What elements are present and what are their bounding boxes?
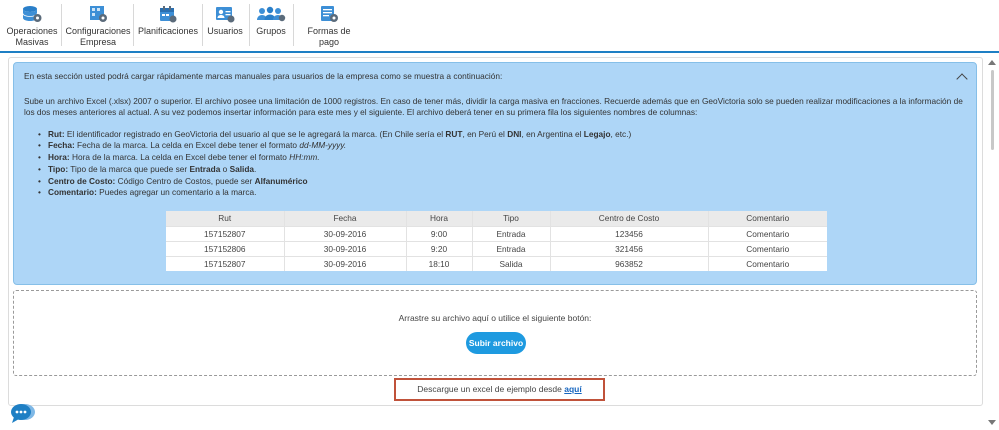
table-row: 157152807 30-09-2016 18:10 Salida 963852… bbox=[166, 256, 827, 271]
list-item-comentario: Comentario: Puedes agregar un comentario… bbox=[38, 187, 966, 199]
column-header: Hora bbox=[406, 211, 473, 226]
table-cell: 321456 bbox=[550, 241, 709, 256]
table-row: 157152807 30-09-2016 9:00 Entrada 123456… bbox=[166, 226, 827, 241]
top-navigation: Operaciones Masivas Configuraciones Empr… bbox=[0, 0, 999, 53]
table-cell: 157152807 bbox=[166, 256, 285, 271]
scroll-up-arrow[interactable] bbox=[988, 60, 996, 65]
nav-divider bbox=[249, 4, 250, 46]
table-cell: 30-09-2016 bbox=[284, 256, 407, 271]
download-example-link[interactable]: aquí bbox=[564, 384, 581, 394]
chat-bubble-icon[interactable] bbox=[10, 402, 36, 424]
file-dropzone[interactable]: Arrastre su archivo aquí o utilice el si… bbox=[13, 290, 977, 376]
group-icon bbox=[257, 6, 286, 22]
list-item-centro-de-costo: Centro de Costo: Código Centro de Costos… bbox=[38, 176, 966, 188]
download-text: Descargue un excel de ejemplo desde bbox=[417, 384, 565, 394]
table-cell: 9:00 bbox=[406, 226, 473, 241]
list-item-tipo: Tipo: Tipo de la marca que puede ser Ent… bbox=[38, 164, 966, 176]
company-settings-icon bbox=[90, 6, 107, 22]
column-header: Tipo bbox=[472, 211, 551, 226]
table-cell: Comentario bbox=[746, 243, 790, 254]
table-cell: 18:10 bbox=[406, 256, 473, 271]
nav-divider bbox=[133, 4, 134, 46]
nav-item-configuraciones-empresa[interactable]: Configuraciones Empresa bbox=[65, 5, 131, 48]
scrollbar-thumb[interactable] bbox=[991, 70, 994, 150]
instructions-paragraph: Sube un archivo Excel (.xlsx) 2007 o sup… bbox=[24, 95, 963, 118]
column-header: Comentario bbox=[746, 213, 790, 224]
nav-divider bbox=[61, 4, 62, 46]
table-cell: Comentario bbox=[746, 258, 790, 269]
upload-file-button[interactable]: Subir archivo bbox=[466, 332, 526, 354]
table-cell: 963852 bbox=[550, 256, 709, 271]
dropzone-text: Arrastre su archivo aquí o utilice el si… bbox=[398, 313, 592, 323]
nav-divider bbox=[293, 4, 294, 46]
download-example-box: Descargue un excel de ejemplo desde aquí bbox=[394, 378, 605, 401]
table-cell: Entrada bbox=[472, 241, 551, 256]
instructions-intro: En esta sección usted podrá cargar rápid… bbox=[24, 71, 503, 81]
nav-label: Grupos bbox=[256, 26, 286, 36]
scroll-down-arrow[interactable] bbox=[988, 420, 996, 425]
user-card-icon bbox=[216, 7, 235, 23]
list-item-rut: Rut: El identificador registrado en GeoV… bbox=[38, 129, 966, 141]
nav-item-usuarios[interactable]: Usuarios bbox=[205, 5, 245, 37]
nav-item-formas-de-pago[interactable]: Formas de pago bbox=[297, 5, 361, 48]
table-cell: Salida bbox=[472, 256, 551, 271]
column-header: Rut bbox=[166, 211, 285, 226]
instructions-panel: En esta sección usted podrá cargar rápid… bbox=[13, 62, 977, 285]
table-cell: 9:20 bbox=[406, 241, 473, 256]
sample-table: Rut Fecha Hora Tipo Centro de Costo Come… bbox=[166, 211, 827, 271]
nav-item-operaciones-masivas[interactable]: Operaciones Masivas bbox=[4, 5, 60, 48]
nav-item-grupos[interactable]: Grupos bbox=[252, 5, 290, 37]
nav-label: Planificaciones bbox=[137, 26, 199, 36]
database-gear-icon bbox=[22, 6, 42, 22]
list-item-fecha: Fecha: Fecha de la marca. La celda en Ex… bbox=[38, 140, 966, 152]
nav-item-planificaciones[interactable]: Planificaciones bbox=[137, 5, 199, 37]
column-header: Fecha bbox=[284, 211, 407, 226]
table-row: 157152806 30-09-2016 9:20 Entrada 321456… bbox=[166, 241, 827, 256]
table-cell: 123456 bbox=[550, 226, 709, 241]
column-list: Rut: El identificador registrado en GeoV… bbox=[38, 129, 966, 200]
calendar-icon bbox=[160, 6, 177, 23]
table-header-row: Rut Fecha Hora Tipo Centro de Costo Come… bbox=[166, 211, 827, 226]
nav-label: Usuarios bbox=[207, 26, 243, 36]
table-cell: 157152806 bbox=[166, 241, 285, 256]
nav-label: Formas de pago bbox=[307, 26, 351, 47]
nav-label-line1: Operaciones bbox=[6, 26, 58, 36]
nav-label-line2: Empresa bbox=[79, 37, 116, 47]
payment-settings-icon bbox=[321, 6, 338, 22]
table-cell: Comentario bbox=[746, 228, 790, 239]
nav-label-line2: Masivas bbox=[15, 37, 49, 47]
table-cell: 157152807 bbox=[166, 226, 285, 241]
nav-label-line1: Configuraciones bbox=[65, 26, 131, 36]
column-header: Centro de Costo bbox=[550, 211, 709, 226]
nav-divider bbox=[202, 4, 203, 46]
table-cell: 30-09-2016 bbox=[284, 241, 407, 256]
table-cell: 30-09-2016 bbox=[284, 226, 407, 241]
list-item-hora: Hora: Hora de la marca. La celda en Exce… bbox=[38, 152, 966, 164]
table-cell: Entrada bbox=[472, 226, 551, 241]
